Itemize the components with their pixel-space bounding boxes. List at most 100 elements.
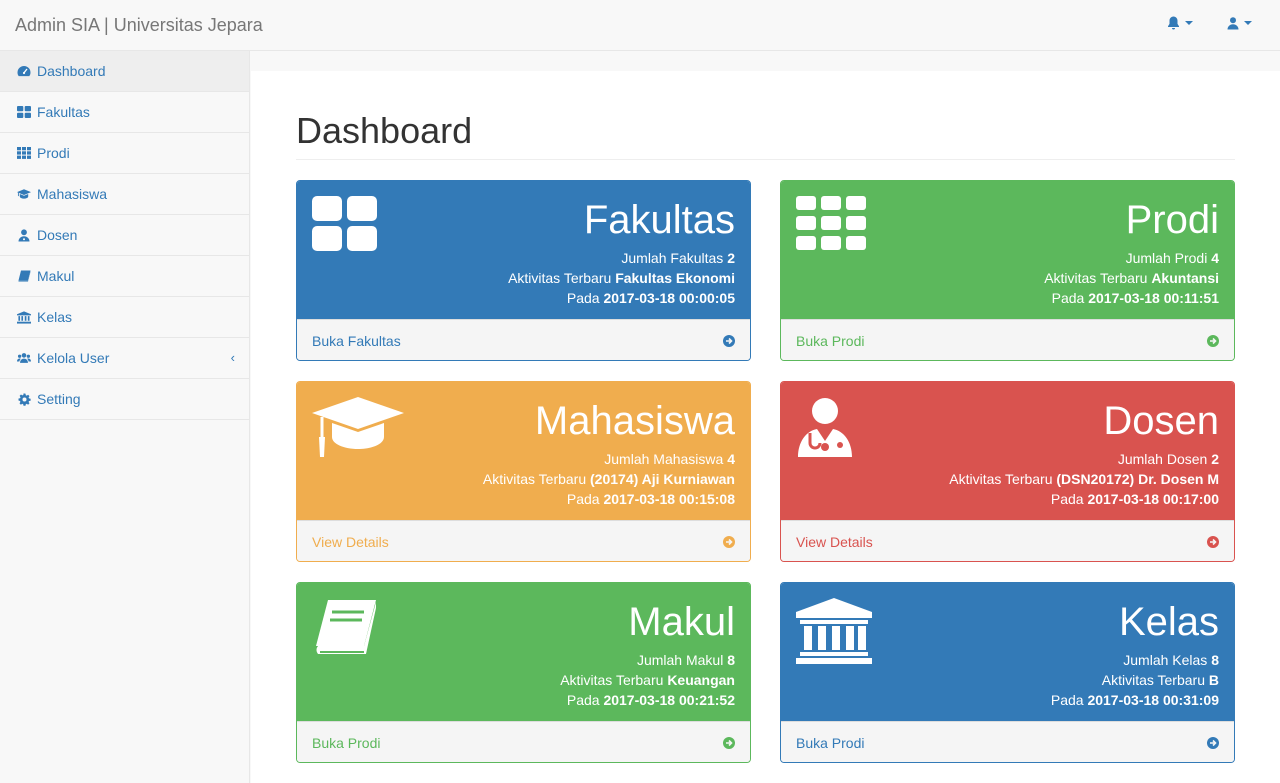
sidebar-item-label: Kelas [37, 309, 73, 325]
panel-heading: Mahasiswa Jumlah Mahasiswa 4 Aktivitas T… [297, 382, 750, 520]
activity-label: Aktivitas Terbaru [1101, 672, 1209, 688]
count-label: Jumlah Mahasiswa [604, 451, 728, 467]
user-dropdown[interactable] [1227, 16, 1252, 30]
th-large-icon [312, 196, 377, 251]
date-value: 2017-03-18 00:11:51 [1088, 290, 1219, 306]
arrow-circle-right-icon [1207, 334, 1219, 347]
th-icon [796, 196, 866, 250]
panel-details: Jumlah Makul 8 Aktivitas Terbaru Keuanga… [560, 650, 735, 710]
panel-kelas: Kelas Jumlah Kelas 8 Aktivitas Terbaru B… [780, 582, 1235, 763]
panel-title: Makul [628, 600, 735, 644]
th-large-icon [17, 105, 31, 119]
book-icon [316, 600, 376, 654]
panel-footer-link[interactable]: Buka Prodi [781, 319, 1234, 360]
panel-details: Jumlah Kelas 8 Aktivitas Terbaru B Pada … [1051, 650, 1219, 710]
panel-details: Jumlah Mahasiswa 4 Aktivitas Terbaru (20… [483, 449, 735, 509]
sidebar-item-label: Dosen [37, 227, 78, 243]
count-label: Jumlah Dosen [1117, 451, 1212, 467]
sidebar-item-dashboard[interactable]: Dashboard [0, 51, 249, 92]
arrow-circle-right-icon [1207, 736, 1219, 749]
count-value: 2 [1211, 451, 1219, 467]
graduation-cap-icon [17, 187, 31, 201]
count-label: Jumlah Fakultas [621, 250, 728, 266]
sidebar-item-mahasiswa[interactable]: Mahasiswa [0, 174, 249, 215]
footer-label: View Details [796, 533, 873, 550]
panel-heading: Kelas Jumlah Kelas 8 Aktivitas Terbaru B… [781, 583, 1234, 721]
date-label: Pada [1050, 692, 1088, 708]
count-label: Jumlah Kelas [1123, 652, 1212, 668]
activity-value: Fakultas Ekonomi [615, 270, 735, 286]
activity-label: Aktivitas Terbaru [949, 471, 1057, 487]
date-value: 2017-03-18 00:21:52 [603, 692, 735, 708]
panel-heading: Dosen Jumlah Dosen 2 Aktivitas Terbaru (… [781, 382, 1234, 520]
sidebar-item-kelas[interactable]: Kelas [0, 297, 249, 338]
activity-label: Aktivitas Terbaru [1044, 270, 1152, 286]
sidebar-item-label: Makul [37, 268, 75, 284]
footer-label: Buka Fakultas [312, 332, 401, 349]
sidebar-item-fakultas[interactable]: Fakultas [0, 92, 249, 133]
date-value: 2017-03-18 00:17:00 [1087, 491, 1219, 507]
panel-footer-link[interactable]: View Details [297, 520, 750, 561]
panel-details: Jumlah Fakultas 2 Aktivitas Terbaru Faku… [508, 248, 735, 308]
arrow-circle-right-icon [1207, 535, 1219, 548]
institution-icon [17, 310, 31, 324]
sidebar-item-label: Dashboard [37, 63, 106, 79]
panel-title: Prodi [1125, 198, 1219, 242]
date-value: 2017-03-18 00:31:09 [1087, 692, 1219, 708]
panel-footer-link[interactable]: View Details [781, 520, 1234, 561]
count-value: 2 [727, 250, 735, 266]
date-label: Pada [566, 491, 604, 507]
chevron-left-icon[interactable]: ‹ [231, 350, 235, 365]
panel-heading: Makul Jumlah Makul 8 Aktivitas Terbaru K… [297, 583, 750, 721]
panel-footer-link[interactable]: Buka Prodi [297, 721, 750, 762]
sidebar-item-label: Kelola User [37, 350, 110, 366]
footer-label: Buka Prodi [312, 734, 381, 751]
panel-details: Jumlah Prodi 4 Aktivitas Terbaru Akuntan… [1044, 248, 1219, 308]
divider [296, 159, 1235, 160]
sidebar-item-label: Setting [37, 391, 81, 407]
activity-value: B [1208, 672, 1219, 688]
arrow-circle-right-icon [723, 736, 735, 749]
sidebar-item-kelola-user[interactable]: Kelola User ‹ [0, 338, 249, 379]
users-icon [17, 351, 31, 365]
user-icon [1227, 16, 1239, 29]
panel-prodi: Prodi Jumlah Prodi 4 Aktivitas Terbaru A… [780, 180, 1235, 361]
sidebar: Dashboard Fakultas Prodi Mahasiswa Dosen [0, 51, 250, 783]
sidebar-item-label: Mahasiswa [37, 186, 108, 202]
count-value: 8 [1211, 652, 1219, 668]
sidebar-item-prodi[interactable]: Prodi [0, 133, 249, 174]
top-navbar: Admin SIA | Universitas Jepara [0, 0, 1280, 51]
panel-mahasiswa: Mahasiswa Jumlah Mahasiswa 4 Aktivitas T… [296, 381, 751, 562]
footer-label: View Details [312, 533, 389, 550]
count-value: 4 [727, 451, 735, 467]
date-label: Pada [566, 692, 604, 708]
activity-label: Aktivitas Terbaru [560, 672, 668, 688]
panel-heading: Fakultas Jumlah Fakultas 2 Aktivitas Ter… [297, 181, 750, 319]
panel-dosen: Dosen Jumlah Dosen 2 Aktivitas Terbaru (… [780, 381, 1235, 562]
arrow-circle-right-icon [723, 334, 735, 347]
user-md-icon [798, 398, 852, 457]
activity-value: Keuangan [667, 672, 735, 688]
navbar-brand[interactable]: Admin SIA | Universitas Jepara [15, 14, 263, 36]
panel-footer-link[interactable]: Buka Fakultas [297, 319, 750, 360]
activity-label: Aktivitas Terbaru [482, 471, 591, 487]
panel-makul: Makul Jumlah Makul 8 Aktivitas Terbaru K… [296, 582, 751, 763]
activity-label: Aktivitas Terbaru [508, 270, 616, 286]
activity-value: (20174) Aji Kurniawan [590, 471, 735, 487]
count-label: Jumlah Makul [636, 652, 728, 668]
arrow-circle-right-icon [723, 535, 735, 548]
sidebar-item-label: Prodi [37, 145, 70, 161]
panel-footer-link[interactable]: Buka Prodi [781, 721, 1234, 762]
footer-label: Buka Prodi [796, 332, 865, 349]
dashboard-icon [17, 64, 31, 78]
sidebar-item-dosen[interactable]: Dosen [0, 215, 249, 256]
panel-title: Mahasiswa [534, 399, 735, 443]
panel-heading: Prodi Jumlah Prodi 4 Aktivitas Terbaru A… [781, 181, 1234, 319]
date-value: 2017-03-18 00:15:08 [603, 491, 735, 507]
sidebar-item-setting[interactable]: Setting [0, 379, 249, 420]
sidebar-item-makul[interactable]: Makul [0, 256, 249, 297]
date-label: Pada [566, 290, 604, 306]
activity-value: Akuntansi [1151, 270, 1219, 286]
activity-value: (DSN20172) Dr. Dosen M [1056, 471, 1219, 487]
notifications-dropdown[interactable] [1167, 16, 1193, 30]
